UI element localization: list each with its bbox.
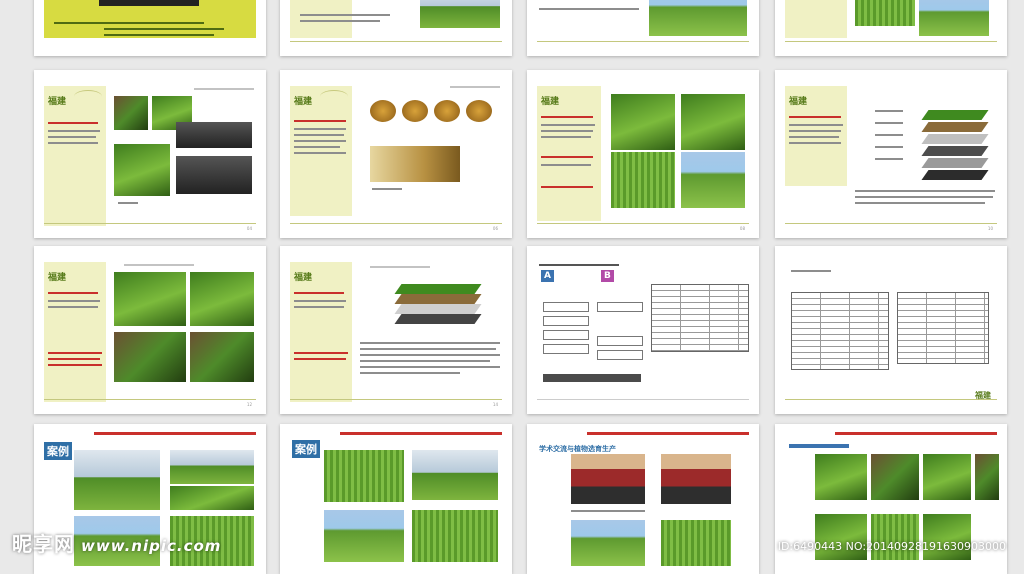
page-roof-layers: 福建 10: [775, 70, 1007, 238]
page-r0-c1: [280, 0, 512, 56]
page-case-2: 案例: [280, 424, 512, 574]
photo-grass-field: [681, 152, 745, 208]
watermark-logo: 昵享网 www.nipic.com: [12, 532, 222, 556]
page-r0-c3: [775, 0, 1007, 56]
image-id-label: ID:6490443 NO:20140928191630903000: [777, 540, 1006, 553]
spec-table-1: [791, 292, 889, 370]
page-grass-types: 福建 08: [527, 70, 759, 238]
spec-table-2: [897, 292, 989, 364]
photo-visit: [661, 454, 731, 504]
section-a-badge: A: [541, 270, 554, 282]
photo-grass-2: [681, 94, 745, 150]
cover-banner: [44, 0, 256, 38]
photo-mats: [176, 156, 252, 194]
photo-plant-1: [114, 272, 186, 326]
photo-plant-2: [190, 272, 254, 326]
page-plants: 福建 12: [34, 246, 266, 414]
photo-hands: [114, 144, 170, 196]
brand-logo: 福建: [975, 390, 991, 400]
photo-case-roof-1: [74, 450, 160, 510]
photo-plant-3: [114, 332, 186, 382]
page-cover: [34, 0, 266, 56]
brand-logo: 福建: [294, 273, 313, 283]
page-roof-section: 福建 14: [280, 246, 512, 414]
brand-logo: 福建: [48, 97, 67, 107]
photo-product-1: [815, 454, 867, 500]
page-specs: 福建: [775, 246, 1007, 414]
page-nursery: 福建 04: [34, 70, 266, 238]
photo-scholars: [571, 454, 645, 504]
brand-logo: 福建: [789, 97, 808, 107]
photo-seed-jars: [370, 146, 460, 182]
photo-grass-1: [611, 94, 675, 150]
brand-logo: 福建: [541, 97, 560, 107]
case-badge: 案例: [292, 440, 320, 458]
photo-grass-3: [611, 152, 675, 208]
photo-plant-4: [190, 332, 254, 382]
spec-table-a: [651, 284, 749, 352]
photo-trays: [176, 122, 252, 148]
page-academic: 学术交流与植物选育生产: [527, 424, 759, 574]
page-system-a: A B: [527, 246, 759, 414]
photo-soil: [114, 96, 148, 130]
case-badge: 案例: [44, 442, 72, 460]
brochure-spread-canvas: { "brand": { "logo_text": "福建", "accent_…: [0, 0, 1024, 574]
page-seeds: 福建 06: [280, 70, 512, 238]
section-b-badge: B: [601, 270, 614, 282]
photo-case-roof-2: [170, 450, 254, 484]
exchange-title: 学术交流与植物选育生产: [539, 445, 616, 452]
page-r0-c2: [527, 0, 759, 56]
brand-logo: 福建: [294, 97, 313, 107]
photo-case2-1: [324, 450, 404, 502]
brand-logo: 福建: [48, 273, 67, 283]
photo-case2-2: [412, 450, 498, 500]
